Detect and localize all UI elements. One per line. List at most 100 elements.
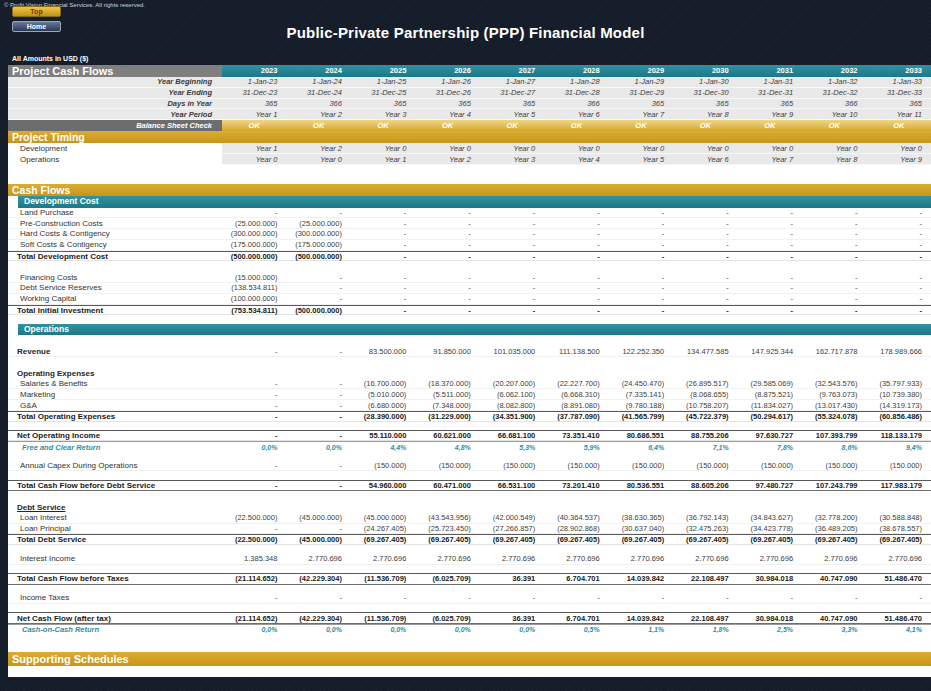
cell-value: (150.000)	[673, 461, 737, 470]
cell-value: 178.989.666	[867, 347, 931, 356]
table-row: Pre-Construction Costs(25.000.000)(25.00…	[8, 218, 931, 229]
row-label: Total Cash Flow before Debt Service	[8, 481, 222, 490]
cell-value: 365	[415, 99, 479, 108]
cell-value: 97.630.727	[738, 431, 802, 440]
table-row: G&A--(6.680.000)(7.348.000)(8.082.800)(8…	[8, 400, 931, 411]
cell-value: -	[415, 208, 479, 217]
cell-value: 80.536.551	[609, 481, 673, 490]
cell-value: Year 10	[802, 110, 866, 119]
spacer	[8, 165, 931, 184]
top-button[interactable]: Top	[12, 6, 61, 17]
cell-value: -	[802, 306, 866, 315]
cell-value: 0,0%	[286, 444, 350, 451]
cell-value: -	[415, 306, 479, 315]
cell-value: (38.630.365)	[609, 513, 673, 522]
cell-value: -	[415, 294, 479, 303]
table-row: Debt Service Reserves(138.534.811)------…	[8, 283, 931, 294]
cell-value: -	[867, 294, 931, 303]
cell-value: (150.000)	[415, 461, 479, 470]
cell-value: (69.267.405)	[867, 535, 931, 544]
cell-value: -	[738, 306, 802, 315]
cell-value: -	[480, 219, 544, 228]
row-label: Hard Costs & Contigency	[8, 229, 222, 238]
cell-value: 122.252.350	[609, 347, 673, 356]
table-row: Cash-on-Cash Return0,0%0,0%0,0%0,0%0,0%0…	[8, 624, 931, 635]
cell-value: -	[867, 593, 931, 602]
cell-value: 40.747.090	[802, 614, 866, 623]
cell-value: 30.984.018	[738, 574, 802, 583]
row-label: Total Debt Service	[8, 535, 222, 544]
cell-value: 2.770.696	[738, 554, 802, 563]
cell-value: (150.000)	[544, 461, 608, 470]
cell-value: -	[480, 306, 544, 315]
subsection-header: Operations	[18, 324, 931, 336]
cell-value: -	[286, 273, 350, 282]
cell-value: (69.267.405)	[415, 535, 479, 544]
cell-value: Year 1	[222, 110, 286, 119]
cell-value: (5.511.000)	[415, 390, 479, 399]
cell-value: -	[802, 219, 866, 228]
cell-value: -	[222, 431, 286, 440]
cell-value: (10.739.380)	[867, 390, 931, 399]
cell-value: Year 1	[222, 143, 286, 154]
table-row: Net Operating Income--55.110.00060.621.0…	[8, 430, 931, 441]
cell-value: (6.025.709)	[415, 574, 479, 583]
cell-value: -	[415, 283, 479, 292]
cell-value: -	[867, 306, 931, 315]
row-label: Working Capital	[8, 294, 222, 303]
cell-value: 0,0%	[480, 626, 544, 633]
cell-value: 55.110.000	[351, 431, 415, 440]
cell-value: (7.348.000)	[415, 401, 479, 410]
cell-value: 1-Jan-25	[351, 77, 415, 86]
cell-value: 101.035.000	[480, 347, 544, 356]
cell-value: -	[351, 273, 415, 282]
cell-value: -	[286, 390, 350, 399]
table-row: Year PeriodYear 1Year 2Year 3Year 4Year …	[8, 109, 931, 120]
cell-value: (150.000)	[802, 461, 866, 470]
cell-value: (15.000.000)	[222, 273, 286, 282]
cell-value: 51.486.470	[867, 574, 931, 583]
cell-value: -	[222, 524, 286, 533]
cell-value: 4,1%	[867, 626, 931, 633]
cell-value: 1-Jan-30	[673, 77, 737, 86]
cell-value: (36.792.143)	[673, 513, 737, 522]
cell-value: -	[738, 593, 802, 602]
cell-value: 80.686.551	[609, 431, 673, 440]
cell-value: -	[286, 593, 350, 602]
cell-value: 2.770.696	[673, 554, 737, 563]
row-label: Interest Income	[8, 554, 222, 563]
cell-value: 1-Jan-29	[609, 77, 673, 86]
cell-value: -	[415, 240, 479, 249]
cell-value: -	[351, 294, 415, 303]
cell-value: 365	[673, 99, 737, 108]
table-row: Operating Expenses	[8, 368, 931, 379]
cell-value: 31-Dec-27	[480, 88, 544, 97]
cell-value: 91.850.000	[415, 347, 479, 356]
cell-value: -	[738, 294, 802, 303]
cell-value: -	[609, 240, 673, 249]
cell-value: (300.000.000)	[222, 229, 286, 238]
cell-value: -	[867, 219, 931, 228]
cell-value: (69.267.405)	[673, 535, 737, 544]
table-row: Income Taxes-----------	[8, 593, 931, 604]
cell-value: 60.471.000	[415, 481, 479, 490]
cell-value: Year 6	[544, 110, 608, 119]
cell-value: Year 7	[609, 110, 673, 119]
cell-value: Year 11	[867, 110, 931, 119]
cell-value: 2.770.696	[480, 554, 544, 563]
cell-value: (9.780.188)	[609, 401, 673, 410]
cell-value: -	[609, 273, 673, 282]
cell-value: 0,5%	[544, 626, 608, 633]
cell-value: -	[415, 229, 479, 238]
cell-value: (45.000.000)	[286, 535, 350, 544]
cell-value: (6.062.100)	[480, 390, 544, 399]
cell-value: 2,5%	[738, 626, 802, 633]
cell-value: Year 0	[867, 143, 931, 154]
cell-value: 2.770.696	[544, 554, 608, 563]
cell-value: 1-Jan-24	[286, 77, 350, 86]
cell-value: Year 0	[738, 143, 802, 154]
year-column-header: 2029	[609, 65, 673, 77]
cell-value: 0,0%	[415, 626, 479, 633]
cell-value: (32.778.200)	[802, 513, 866, 522]
cell-value: -	[673, 229, 737, 238]
